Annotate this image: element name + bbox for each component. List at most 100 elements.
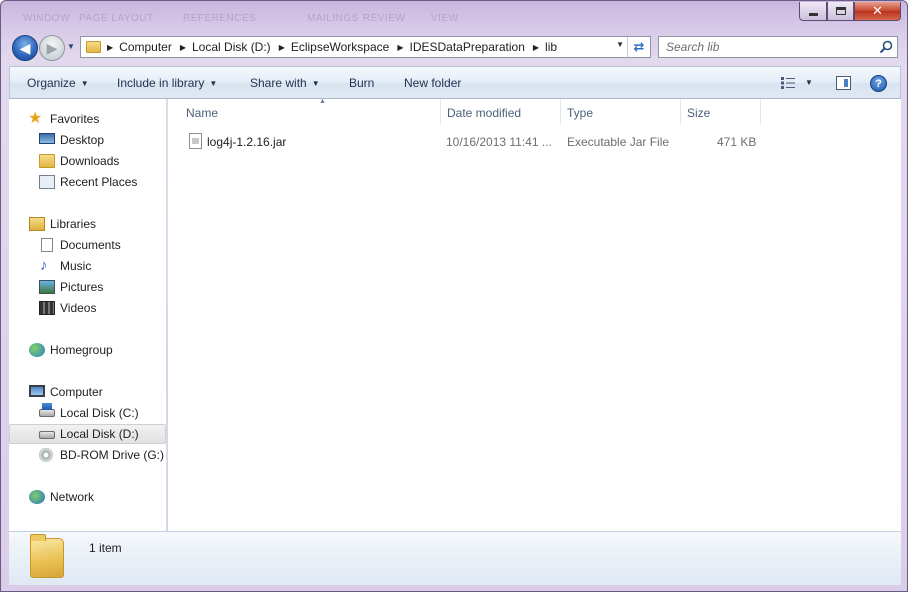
sidebar-item-label: Recent Places bbox=[60, 175, 138, 189]
sidebar-item-bd-rom[interactable]: BD-ROM Drive (G:) bbox=[9, 445, 166, 465]
sidebar-item-videos[interactable]: Videos bbox=[9, 298, 166, 318]
search-icon[interactable] bbox=[879, 40, 893, 54]
breadcrumb-local-disk-d[interactable]: Local Disk (D:) bbox=[192, 40, 271, 54]
folder-icon bbox=[30, 534, 64, 578]
recent-pages-button[interactable]: ▼ bbox=[67, 42, 75, 51]
sidebar-item-desktop[interactable]: Desktop bbox=[9, 130, 166, 150]
sidebar-item-libraries[interactable]: Libraries bbox=[9, 214, 166, 234]
sidebar-item-homegroup[interactable]: Homegroup bbox=[9, 340, 166, 360]
sidebar-item-local-disk-d[interactable]: Local Disk (D:) bbox=[9, 424, 166, 444]
ghost-tab: REVIEW bbox=[363, 13, 406, 24]
network-icon bbox=[29, 490, 45, 504]
ghost-tab: VIEW bbox=[431, 13, 459, 24]
ghost-tab: PAGE LAYOUT bbox=[79, 13, 154, 24]
sidebar-item-network[interactable]: Network bbox=[9, 487, 166, 507]
sidebar-item-downloads[interactable]: Downloads bbox=[9, 151, 166, 171]
sidebar-item-label: Computer bbox=[50, 385, 103, 399]
ghost-tab: WINDOW bbox=[23, 13, 70, 24]
file-size: 471 KB bbox=[717, 135, 757, 149]
file-list[interactable]: Name ▲ Date modified Type Size log4j-1.2… bbox=[168, 98, 901, 531]
column-header-size[interactable]: Size bbox=[681, 99, 761, 125]
minimize-icon bbox=[808, 12, 818, 16]
organize-button[interactable]: Organize ▼ bbox=[27, 76, 89, 90]
computer-icon bbox=[29, 385, 45, 397]
sidebar-item-computer[interactable]: Computer bbox=[9, 382, 166, 402]
search-box[interactable] bbox=[658, 36, 898, 58]
preview-pane-icon[interactable] bbox=[836, 76, 851, 90]
column-header-date-modified[interactable]: Date modified bbox=[441, 99, 561, 125]
maximize-button[interactable] bbox=[827, 2, 854, 21]
sidebar-item-pictures[interactable]: Pictures bbox=[9, 277, 166, 297]
sidebar-item-label: Network bbox=[50, 490, 95, 504]
chevron-right-icon[interactable]: ▶ bbox=[180, 43, 186, 52]
chevron-down-icon: ▼ bbox=[209, 79, 218, 88]
details-pane: 1 item bbox=[9, 531, 901, 585]
sidebar-item-label: Music bbox=[60, 259, 92, 273]
optical-disc-icon bbox=[39, 448, 53, 462]
chevron-right-icon[interactable]: ▶ bbox=[533, 43, 539, 52]
homegroup-icon bbox=[29, 343, 45, 357]
sort-ascending-icon: ▲ bbox=[319, 98, 326, 105]
chevron-right-icon[interactable]: ▶ bbox=[279, 43, 285, 52]
star-icon: ★ bbox=[28, 110, 43, 127]
sidebar-item-label: Desktop bbox=[60, 133, 105, 147]
sidebar-item-label: Documents bbox=[60, 238, 121, 252]
sidebar-item-label: Local Disk (C:) bbox=[60, 406, 139, 420]
back-button[interactable]: ◀ bbox=[12, 35, 38, 61]
file-type: Executable Jar File bbox=[567, 135, 670, 149]
search-input[interactable] bbox=[659, 40, 869, 54]
breadcrumb-eclipse-workspace[interactable]: EclipseWorkspace bbox=[291, 40, 389, 54]
breadcrumb-computer[interactable]: Computer bbox=[119, 40, 172, 54]
address-dropdown-icon[interactable]: ▼ bbox=[616, 40, 624, 49]
item-count: 1 item bbox=[89, 541, 122, 555]
sidebar-item-music[interactable]: ♪ Music bbox=[9, 256, 166, 276]
address-bar[interactable]: ▶ Computer ▶ Local Disk (D:) ▶ EclipseWo… bbox=[80, 36, 651, 58]
chevron-right-icon[interactable]: ▶ bbox=[397, 43, 403, 52]
help-icon[interactable]: ? bbox=[870, 75, 887, 92]
organize-label: Organize bbox=[27, 76, 76, 90]
refresh-button[interactable]: ⇄ bbox=[627, 37, 650, 57]
change-view-icon[interactable] bbox=[781, 77, 795, 89]
sidebar-item-label: Local Disk (D:) bbox=[60, 427, 139, 441]
title-bar[interactable]: WINDOW PAGE LAYOUT REFERENCES MAILINGS R… bbox=[1, 1, 907, 31]
view-options-dropdown-icon[interactable]: ▼ bbox=[805, 78, 813, 87]
chevron-right-icon[interactable]: ▶ bbox=[107, 43, 113, 52]
ghost-tab: REFERENCES bbox=[183, 13, 257, 24]
forward-arrow-icon: ▶ bbox=[46, 39, 58, 56]
share-with-button[interactable]: Share with ▼ bbox=[250, 76, 320, 90]
sidebar-item-local-disk-c[interactable]: Local Disk (C:) bbox=[9, 403, 166, 423]
sidebar-item-favorites[interactable]: ★ Favorites bbox=[9, 109, 166, 129]
include-in-library-button[interactable]: Include in library ▼ bbox=[117, 76, 217, 90]
sidebar-item-recent-places[interactable]: Recent Places bbox=[9, 172, 166, 192]
navigation-pane[interactable]: ★ Favorites Desktop Downloads Recent Pla… bbox=[9, 99, 167, 531]
ghost-tab: MAILINGS bbox=[307, 13, 359, 24]
command-bar: Organize ▼ Include in library ▼ Share with… bbox=[9, 66, 901, 99]
drive-icon bbox=[39, 431, 55, 439]
burn-button[interactable]: Burn bbox=[349, 76, 374, 90]
jar-file-icon bbox=[189, 133, 202, 149]
sidebar-item-documents[interactable]: Documents bbox=[9, 235, 166, 255]
chevron-down-icon: ▼ bbox=[80, 79, 89, 88]
maximize-icon bbox=[835, 7, 846, 15]
new-folder-button[interactable]: New folder bbox=[404, 76, 461, 90]
sidebar-item-label: BD-ROM Drive (G:) bbox=[60, 448, 164, 462]
folder-icon bbox=[86, 41, 101, 53]
music-icon: ♪ bbox=[40, 257, 48, 274]
minimize-button[interactable] bbox=[799, 2, 827, 21]
file-name[interactable]: log4j-1.2.16.jar bbox=[207, 135, 286, 149]
column-header-name[interactable]: Name ▲ bbox=[180, 98, 441, 125]
breadcrumb-ides-data-preparation[interactable]: IDESDataPreparation bbox=[409, 40, 524, 54]
forward-button[interactable]: ▶ bbox=[39, 35, 65, 61]
column-header-type[interactable]: Type bbox=[561, 99, 681, 125]
windows-drive-icon bbox=[39, 403, 55, 417]
column-header-label: Name bbox=[186, 106, 219, 120]
share-with-label: Share with bbox=[250, 76, 307, 90]
sidebar-item-label: Videos bbox=[60, 301, 97, 315]
videos-icon bbox=[39, 301, 55, 315]
downloads-folder-icon bbox=[39, 154, 55, 168]
sidebar-item-label: Pictures bbox=[60, 280, 104, 294]
breadcrumb-lib[interactable]: lib bbox=[545, 40, 557, 54]
libraries-icon bbox=[29, 217, 45, 231]
close-button[interactable]: ✕ bbox=[854, 2, 901, 21]
file-date-modified: 10/16/2013 11:41 ... bbox=[446, 135, 552, 149]
